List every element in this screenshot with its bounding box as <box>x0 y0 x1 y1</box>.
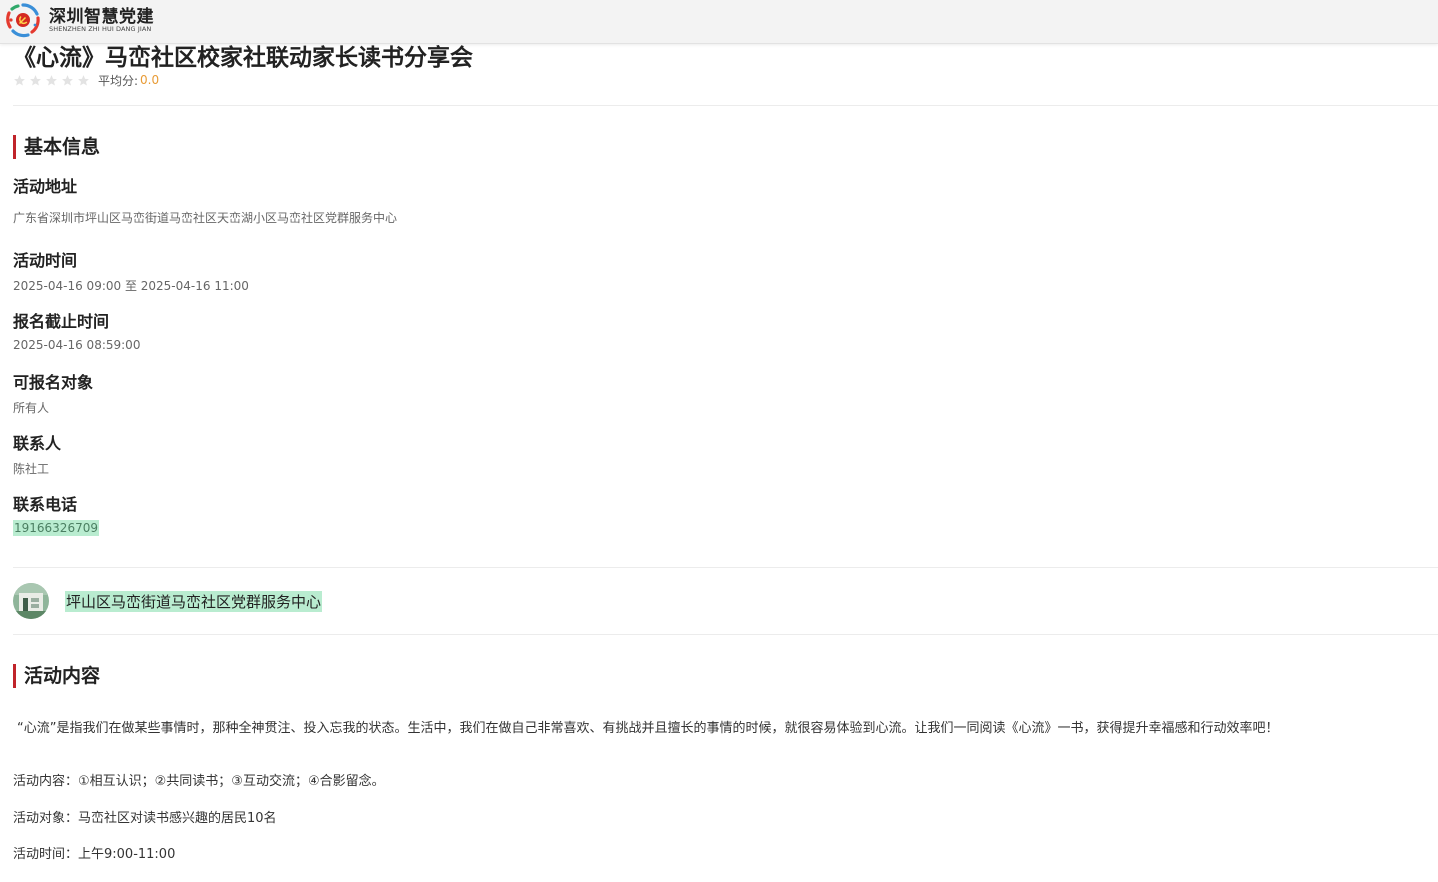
phone-link[interactable]: 19166326709 <box>13 520 99 536</box>
brand-name-cn: 深圳智慧党建 <box>49 7 154 27</box>
organizer-avatar[interactable] <box>13 583 49 619</box>
address-label: 活动地址 <box>13 177 78 196</box>
phone-label: 联系电话 <box>13 495 78 514</box>
star-empty-icon[interactable] <box>45 74 58 87</box>
top-bar: 深圳智慧党建 SHENZHEN ZHI HUI DANG JIAN <box>0 0 1438 44</box>
site-logo[interactable]: 深圳智慧党建 SHENZHEN ZHI HUI DANG JIAN <box>4 1 154 39</box>
address-value: 广东省深圳市坪山区马峦街道马峦社区天峦湖小区马峦社区党群服务中心 <box>13 211 398 225</box>
basic-info-heading: 基本信息 <box>13 135 100 159</box>
content-item-activities: 活动内容：①相互认识；②共同读书；③互动交流；④合影留念。 <box>13 774 385 789</box>
audience-label: 可报名对象 <box>13 373 94 392</box>
building-photo-icon <box>13 583 49 619</box>
deadline-label: 报名截止时间 <box>13 312 110 331</box>
star-empty-icon[interactable] <box>13 74 26 87</box>
average-score-value: 0.0 <box>140 73 160 87</box>
phone-row: 19166326709 <box>13 520 99 536</box>
audience-value: 所有人 <box>13 401 50 415</box>
star-empty-icon[interactable] <box>29 74 42 87</box>
content-item-time: 活动时间：上午9:00-11:00 <box>13 847 176 862</box>
average-score-label: 平均分: <box>98 73 139 88</box>
star-empty-icon[interactable] <box>77 74 90 87</box>
time-label: 活动时间 <box>13 251 78 270</box>
rating-stars[interactable] <box>13 74 90 87</box>
party-emblem-logo-icon <box>6 3 40 38</box>
organizer-name-link[interactable]: 坪山区马峦街道马峦社区党群服务中心 <box>65 591 323 612</box>
content-item-audience: 活动对象：马峦社区对读书感兴趣的居民10名 <box>13 811 277 826</box>
time-value: 2025-04-16 09:00 至 2025-04-16 11:00 <box>13 279 249 293</box>
deadline-value: 2025-04-16 08:59:00 <box>13 338 141 352</box>
contact-label: 联系人 <box>13 434 62 453</box>
star-empty-icon[interactable] <box>61 74 74 87</box>
rating-row: 平均分: 0.0 <box>13 71 159 89</box>
brand-name-en: SHENZHEN ZHI HUI DANG JIAN <box>49 25 152 33</box>
contact-value: 陈社工 <box>13 462 50 476</box>
divider <box>13 105 1438 106</box>
activity-content-heading: 活动内容 <box>13 664 100 688</box>
divider <box>13 567 1438 568</box>
divider <box>13 634 1438 635</box>
content-intro: “心流”是指我们在做某些事情时，那种全神贯注、投入忘我的状态。生活中，我们在做自… <box>17 721 1279 736</box>
